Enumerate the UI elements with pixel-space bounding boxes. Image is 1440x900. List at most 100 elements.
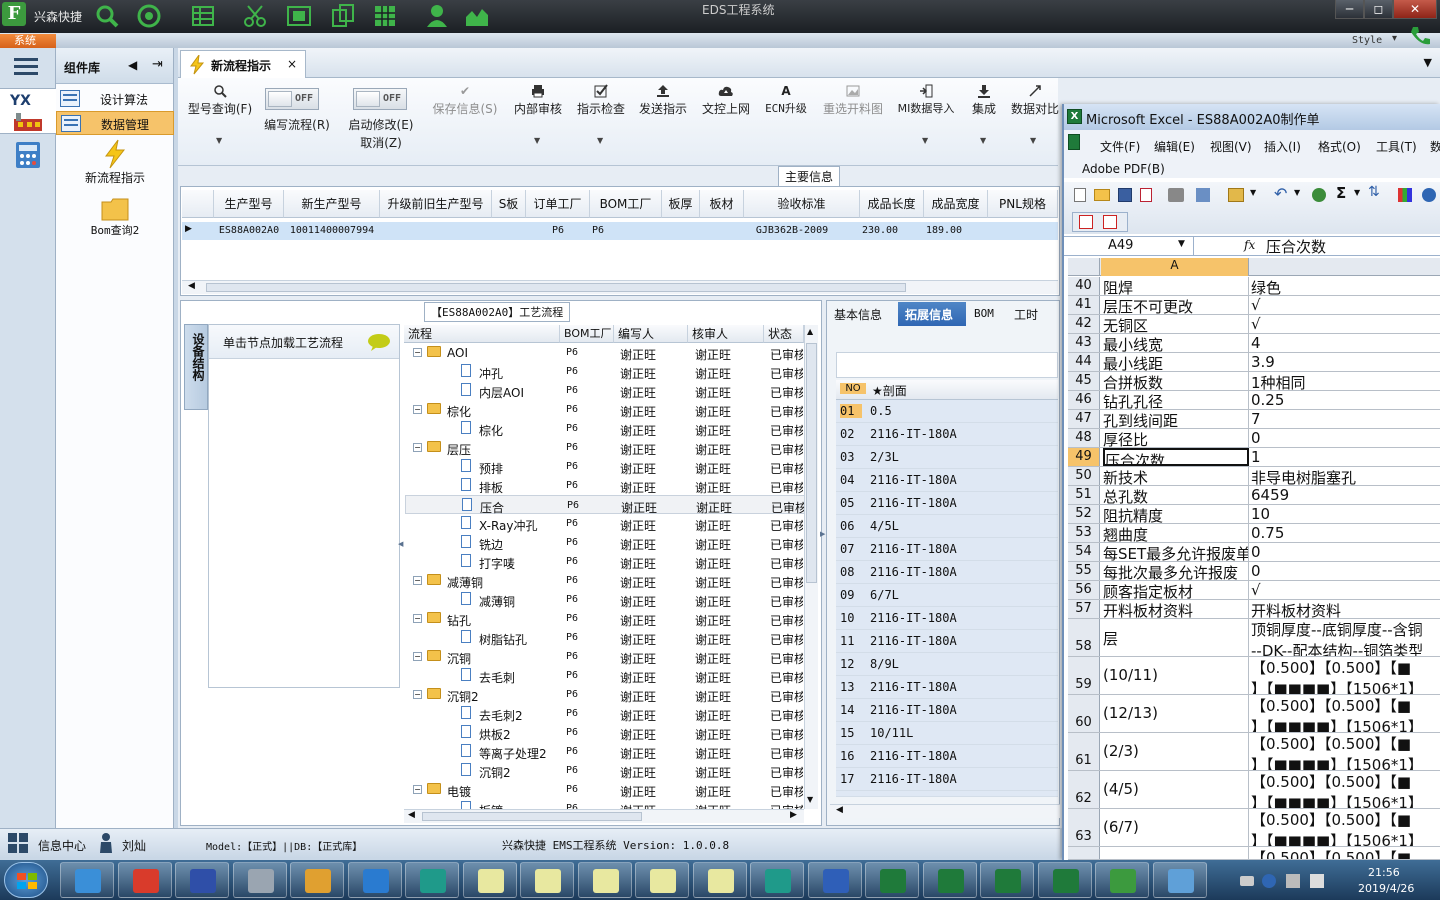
- yx-module-button[interactable]: YX: [0, 88, 56, 134]
- flow-header[interactable]: 流程: [404, 325, 560, 343]
- detail-row[interactable]: 16 2116-IT-180A: [836, 745, 1058, 768]
- tab-extended-info[interactable]: 拓展信息: [898, 302, 966, 326]
- row-number[interactable]: 50: [1068, 467, 1100, 485]
- menu-insert[interactable]: 插入(I): [1264, 138, 1301, 155]
- expand-toggle-icon[interactable]: −: [413, 443, 422, 452]
- internal-review-button[interactable]: 内部审核: [510, 84, 566, 117]
- excel-row[interactable]: 49 压合次数 1: [1068, 448, 1440, 467]
- cell-a[interactable]: 阻抗精度: [1103, 505, 1249, 523]
- maximize-icon[interactable]: ◻: [1364, 0, 1393, 19]
- keyboard-icon[interactable]: [1240, 876, 1254, 886]
- row-number[interactable]: 53: [1068, 524, 1100, 542]
- cell-a[interactable]: 厚径比: [1103, 429, 1249, 447]
- cell-b[interactable]: √: [1251, 315, 1440, 333]
- excel-row[interactable]: 58 层 顶铜厚度--底铜厚度--含铜 --DK--配本结构--铜箔类型: [1068, 619, 1440, 657]
- row-number[interactable]: 47: [1068, 410, 1100, 428]
- search-icon[interactable]: [94, 3, 120, 29]
- flow-row[interactable]: 内层AOI P6 谢正旺 谢正旺 已审核: [405, 381, 805, 400]
- taskbar-button[interactable]: [60, 862, 114, 898]
- chevron-down-icon[interactable]: ▾: [1392, 33, 1397, 44]
- flow-row[interactable]: 排板 P6 谢正旺 谢正旺 已审核: [405, 476, 805, 495]
- column-header[interactable]: 成品宽度: [924, 190, 988, 218]
- save-icon[interactable]: [1118, 188, 1132, 202]
- permission-icon[interactable]: [1140, 188, 1152, 202]
- detail-row[interactable]: 04 2116-IT-180A: [836, 469, 1058, 492]
- write-flow-toggle[interactable]: OFF: [265, 88, 319, 110]
- excel-row[interactable]: 52 阻抗精度 10: [1068, 505, 1440, 524]
- sort-icon[interactable]: ⇅: [1368, 184, 1380, 200]
- excel-row[interactable]: 43 最小线宽 4: [1068, 334, 1440, 353]
- chevron-down-icon[interactable]: ▼: [1250, 188, 1256, 197]
- column-header[interactable]: PNL规格: [988, 190, 1058, 218]
- menu-adobe-pdf[interactable]: Adobe PDF(B): [1082, 162, 1165, 176]
- row-number[interactable]: 42: [1068, 315, 1100, 333]
- scroll-up-icon[interactable]: ▲: [807, 327, 813, 336]
- row-number[interactable]: [1068, 847, 1100, 859]
- detail-row[interactable]: 06 4/5L: [836, 515, 1058, 538]
- taskbar-button[interactable]: [577, 862, 632, 898]
- help-tray-icon[interactable]: [1262, 874, 1276, 888]
- flow-row[interactable]: X-Ray冲孔 P6 谢正旺 谢正旺 已审核: [405, 514, 805, 533]
- autosum-icon[interactable]: Σ: [1336, 184, 1346, 202]
- flow-header[interactable]: 状态: [764, 325, 804, 343]
- expand-toggle-icon[interactable]: −: [413, 348, 422, 357]
- cell-a[interactable]: 每SET最多允许报废单: [1103, 543, 1249, 561]
- menu-tools[interactable]: 工具(T): [1376, 138, 1417, 155]
- flow-row[interactable]: 沉铜2 P6 谢正旺 谢正旺 已审核: [405, 761, 805, 780]
- info-center-link[interactable]: 信息中心: [38, 837, 86, 854]
- cell-a[interactable]: (12/13): [1103, 695, 1249, 732]
- flow-row[interactable]: − 电镀 P6 谢正旺 谢正旺 已审核: [405, 780, 805, 799]
- taskbar-button[interactable]: [750, 862, 804, 898]
- flow-row[interactable]: 冲孔 P6 谢正旺 谢正旺 已审核: [405, 362, 805, 381]
- column-header[interactable]: 板材: [700, 190, 744, 218]
- reselect-cut-button[interactable]: 重选开料图: [820, 84, 886, 117]
- taskbar-button[interactable]: [117, 862, 172, 898]
- excel-row[interactable]: 60 (12/13) 【0.500】【0.500】【■ 】【■■■■】【1506*1】: [1068, 695, 1440, 733]
- mi-import-button[interactable]: MI数据导入: [894, 84, 958, 116]
- scroll-thumb[interactable]: [422, 812, 642, 821]
- bom-query-shortcut[interactable]: Bom查询2: [56, 194, 174, 242]
- row-number[interactable]: 44: [1068, 353, 1100, 371]
- flow-header[interactable]: BOM工厂: [560, 325, 614, 343]
- tab-close-icon[interactable]: ×: [287, 57, 297, 71]
- scroll-left-icon[interactable]: ◀: [188, 281, 195, 291]
- flow-row[interactable]: − 沉铜2 P6 谢正旺 谢正旺 已审核: [405, 685, 805, 704]
- excel-row[interactable]: 44 最小线距 3.9: [1068, 353, 1440, 372]
- close-icon[interactable]: ✕: [1393, 0, 1437, 19]
- column-header[interactable]: 成品长度: [860, 190, 924, 218]
- taskbar-button[interactable]: [922, 862, 977, 898]
- row-number[interactable]: 62: [1068, 771, 1100, 808]
- chevron-down-icon[interactable]: ▼: [597, 136, 603, 145]
- row-number[interactable]: 49: [1068, 448, 1100, 466]
- component-item-data-management[interactable]: 数据管理: [56, 111, 174, 135]
- new-doc-icon[interactable]: [1074, 188, 1086, 202]
- chart-wizard-icon[interactable]: [1398, 188, 1412, 202]
- taskbar-button[interactable]: [1037, 862, 1092, 898]
- column-header[interactable]: ★剖面: [872, 382, 907, 399]
- flow-row[interactable]: 压合 P6 谢正旺 谢正旺 已审核: [405, 495, 805, 515]
- cell-b[interactable]: √: [1251, 296, 1440, 314]
- flow-row[interactable]: − 减薄铜 P6 谢正旺 谢正旺 已审核: [405, 571, 805, 590]
- chevron-down-icon[interactable]: ▼: [1178, 239, 1185, 249]
- cell-b[interactable]: 3.9: [1251, 353, 1440, 371]
- ecn-upgrade-button[interactable]: A ECN升级: [762, 84, 810, 116]
- clock-time[interactable]: 21:56: [1368, 866, 1400, 879]
- detail-row[interactable]: 14 2116-IT-180A: [836, 699, 1058, 722]
- cell-b[interactable]: 【0.500】【0.500】【■: [1251, 847, 1440, 859]
- column-header[interactable]: NO: [840, 383, 866, 394]
- taskbar-button[interactable]: [692, 862, 747, 898]
- collapse-left-icon[interactable]: ◀: [128, 58, 137, 72]
- cell-b[interactable]: 1: [1251, 448, 1440, 466]
- globe-icon[interactable]: [136, 3, 162, 29]
- component-item-algorithm[interactable]: 设计算法: [56, 87, 174, 111]
- cell-a[interactable]: (6/7): [1103, 809, 1249, 846]
- excel-row[interactable]: 54 每SET最多允许报废单 0: [1068, 543, 1440, 562]
- row-number[interactable]: 57: [1068, 600, 1100, 618]
- excel-row[interactable]: 53 翘曲度 0.75: [1068, 524, 1440, 543]
- taskbar-button[interactable]: [232, 862, 287, 898]
- detail-row[interactable]: 02 2116-IT-180A: [836, 423, 1058, 446]
- taskbar-button[interactable]: [462, 862, 517, 898]
- model-query-button[interactable]: 型号查询(F): [184, 84, 256, 117]
- flow-row[interactable]: 去毛刺2 P6 谢正旺 谢正旺 已审核: [405, 704, 805, 723]
- tab-basic-info[interactable]: 基本信息: [834, 306, 882, 323]
